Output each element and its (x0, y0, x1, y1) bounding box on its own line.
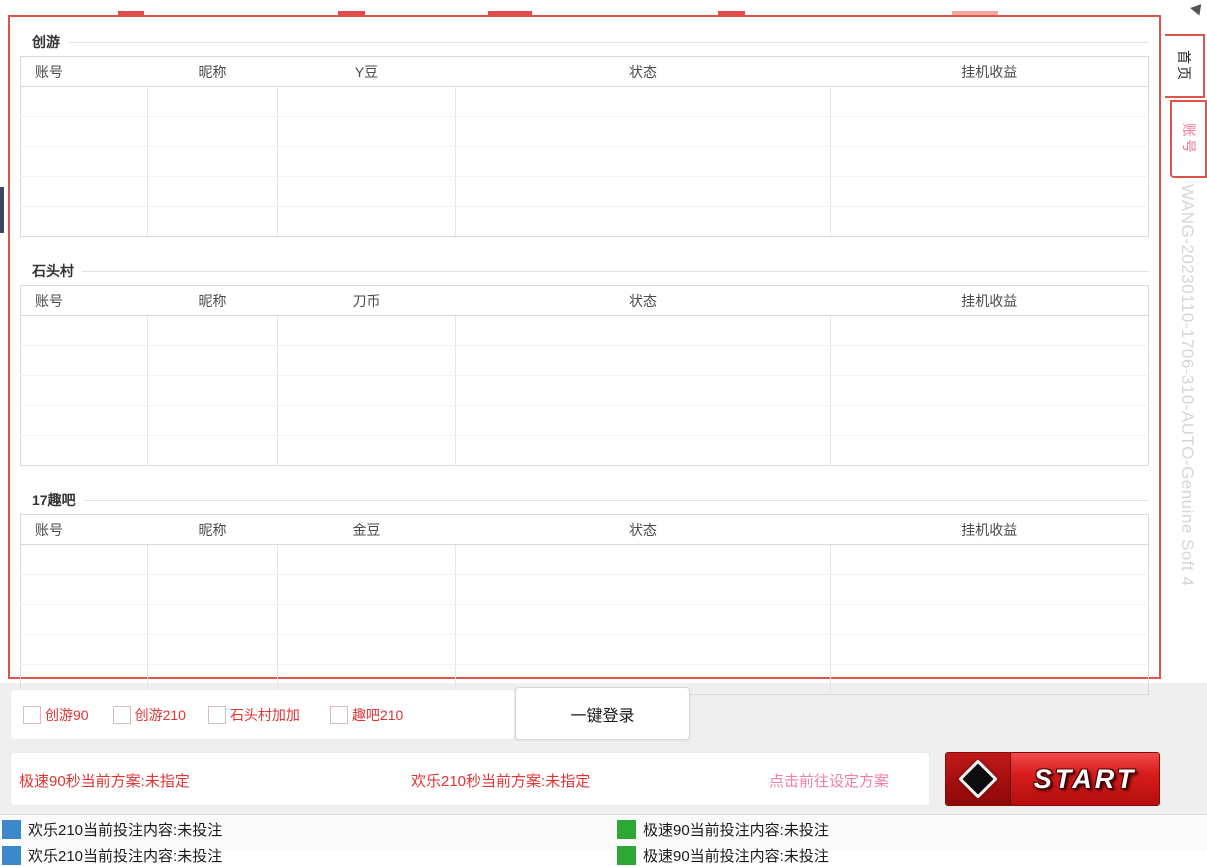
group-17quba: 17趣吧 账号 昵称 金豆 状态 挂机收益 (20, 485, 1149, 695)
table-row[interactable] (21, 117, 1149, 147)
group-shitoucun: 石头村 账号 昵称 刀币 状态 挂机收益 (20, 256, 1149, 466)
table-header-row: 账号 昵称 刀币 状态 挂机收益 (21, 286, 1149, 316)
group-title-chuangyou: 创游 (20, 32, 68, 52)
table-row[interactable] (21, 207, 1149, 237)
status-row-speed90: 极速90当前投注内容:未投注 (617, 819, 829, 840)
checkbox-box[interactable] (23, 706, 41, 724)
plan-status-panel: 极速90秒当前方案:未指定 欢乐210秒当前方案:未指定 点击前往设定方案 (10, 752, 930, 806)
clipped-text-artifact (118, 11, 144, 15)
status-text: 极速90当前投注内容:未投注 (643, 845, 829, 866)
tab-accounts-label: 账号 (1179, 123, 1199, 155)
col-header-nickname: 昵称 (148, 286, 278, 316)
table-row[interactable] (21, 316, 1149, 346)
login-options-panel: 创游90 创游210 石头村加加 趣吧210 (10, 689, 515, 740)
start-button[interactable]: START (945, 752, 1160, 806)
table-row[interactable] (21, 177, 1149, 207)
start-button-icon-block (946, 753, 1011, 805)
clipped-text-artifact (718, 11, 745, 15)
col-header-income: 挂机收益 (831, 515, 1149, 545)
tab-home-label: 首页 (1174, 50, 1194, 82)
table-row[interactable] (21, 436, 1149, 466)
table-row[interactable] (21, 545, 1149, 575)
col-header-currency: 刀币 (278, 286, 456, 316)
group-divider (82, 271, 1149, 272)
status-row-happy210: 欢乐210当前投注内容:未投注 (2, 819, 222, 840)
checkbox-label: 创游210 (135, 705, 186, 725)
col-header-income: 挂机收益 (831, 286, 1149, 316)
checkbox-chuangyou90[interactable]: 创游90 (23, 705, 89, 725)
table-row[interactable] (21, 147, 1149, 177)
table-row[interactable] (21, 635, 1149, 665)
status-text: 极速90当前投注内容:未投注 (643, 819, 829, 840)
table-row[interactable] (21, 87, 1149, 117)
col-header-income: 挂机收益 (831, 57, 1149, 87)
tab-accounts[interactable]: 账号 (1170, 100, 1207, 178)
col-header-account: 账号 (21, 515, 148, 545)
accounts-table-chuangyou[interactable]: 账号 昵称 Y豆 状态 挂机收益 (20, 56, 1149, 237)
checkbox-label: 趣吧210 (352, 705, 403, 725)
group-title-shitoucun: 石头村 (20, 261, 82, 281)
blue-marker-icon (2, 820, 21, 839)
tab-home[interactable]: 首页 (1165, 34, 1205, 98)
left-edge-fragment (0, 187, 4, 233)
table-row[interactable] (21, 406, 1149, 436)
start-button-label: START (1034, 764, 1137, 795)
accounts-table-17quba[interactable]: 账号 昵称 金豆 状态 挂机收益 (20, 514, 1149, 695)
col-header-nickname: 昵称 (148, 57, 278, 87)
diamond-icon (958, 759, 998, 799)
checkbox-box[interactable] (113, 706, 131, 724)
cursor-artifact (1190, 0, 1206, 15)
group-divider (84, 500, 1149, 501)
happy210-plan-status: 欢乐210秒当前方案:未指定 (411, 753, 590, 807)
green-marker-icon (617, 820, 636, 839)
table-row[interactable] (21, 346, 1149, 376)
license-watermark: WANG-20230110-1706-310-AUTO-Genuine Soft… (1177, 184, 1197, 844)
col-header-status: 状态 (456, 57, 831, 87)
checkbox-box[interactable] (330, 706, 348, 724)
goto-plan-settings-link[interactable]: 点击前往设定方案 (769, 753, 889, 807)
clipped-text-artifact (338, 11, 365, 15)
table-header-row: 账号 昵称 Y豆 状态 挂机收益 (21, 57, 1149, 87)
group-divider (68, 42, 1149, 43)
table-row[interactable] (21, 376, 1149, 406)
table-header-row: 账号 昵称 金豆 状态 挂机收益 (21, 515, 1149, 545)
speed90-plan-status: 极速90秒当前方案:未指定 (19, 753, 190, 807)
table-row[interactable] (21, 575, 1149, 605)
clipped-text-artifact (488, 11, 532, 15)
status-text: 欢乐210当前投注内容:未投注 (28, 819, 222, 840)
clipped-status-row: 欢乐210当前投注内容:未投注 (2, 845, 222, 866)
checkbox-chuangyou210[interactable]: 创游210 (113, 705, 186, 725)
table-row[interactable] (21, 605, 1149, 635)
group-title-17quba: 17趣吧 (20, 490, 84, 510)
checkbox-label: 石头村加加 (230, 705, 300, 725)
col-header-nickname: 昵称 (148, 515, 278, 545)
col-header-status: 状态 (456, 286, 831, 316)
checkbox-box[interactable] (208, 706, 226, 724)
col-header-account: 账号 (21, 286, 148, 316)
clipped-status-row: 极速90当前投注内容:未投注 (617, 845, 829, 866)
one-key-login-button[interactable]: 一键登录 (515, 687, 690, 740)
checkbox-shitoucun-jiajia[interactable]: 石头村加加 (208, 705, 300, 725)
col-header-currency: Y豆 (278, 57, 456, 87)
start-button-label-block: START (1011, 753, 1159, 805)
checkbox-label: 创游90 (45, 705, 89, 725)
group-chuangyou: 创游 账号 昵称 Y豆 状态 挂机收益 (20, 27, 1149, 237)
col-header-status: 状态 (456, 515, 831, 545)
checkbox-quba210[interactable]: 趣吧210 (330, 705, 403, 725)
accounts-table-shitoucun[interactable]: 账号 昵称 刀币 状态 挂机收益 (20, 285, 1149, 466)
col-header-currency: 金豆 (278, 515, 456, 545)
col-header-account: 账号 (21, 57, 148, 87)
status-text: 欢乐210当前投注内容:未投注 (28, 845, 222, 866)
clipped-text-artifact (952, 11, 998, 15)
accounts-panel: 创游 账号 昵称 Y豆 状态 挂机收益 石头村 (8, 15, 1161, 679)
